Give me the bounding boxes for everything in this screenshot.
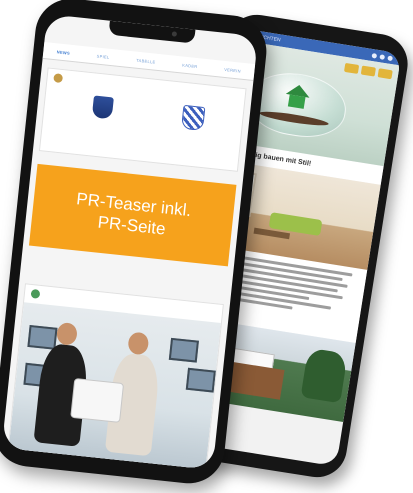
tab-kader[interactable]: KADER	[182, 62, 198, 69]
tab-news[interactable]: NEWS	[57, 49, 71, 55]
tab-spiel[interactable]: SPIEL	[97, 53, 110, 59]
news-card[interactable]	[7, 283, 224, 470]
sponsor-logo-icon	[360, 65, 376, 77]
home-team-crest-icon	[91, 95, 114, 120]
away-team-crest-icon	[181, 104, 206, 132]
tab-verein[interactable]: VEREIN	[224, 66, 241, 73]
match-info	[43, 120, 241, 147]
signing-photo	[8, 302, 221, 470]
header-icons	[371, 52, 394, 61]
sponsor-logo-icon	[343, 62, 360, 74]
menu-icon[interactable]	[387, 54, 394, 61]
sponsor-logo-icon	[377, 68, 393, 80]
avatar	[30, 288, 41, 299]
jersey-image	[70, 377, 125, 423]
pr-teaser-banner[interactable]: PR-Teaser inkl. PR-Seite	[28, 163, 237, 267]
user-icon[interactable]	[379, 53, 386, 60]
sponsor-logos	[343, 62, 393, 80]
phone-notch	[108, 20, 196, 44]
tab-tabelle[interactable]: TABELLE	[136, 57, 156, 64]
match-card[interactable]	[38, 67, 247, 172]
front-phone-screen: NEWS SPIEL TABELLE KADER VEREIN PR-Tease…	[1, 14, 259, 470]
avatar	[53, 73, 64, 84]
camera-icon	[171, 31, 178, 37]
search-icon[interactable]	[371, 52, 378, 59]
house-icon	[285, 83, 312, 110]
